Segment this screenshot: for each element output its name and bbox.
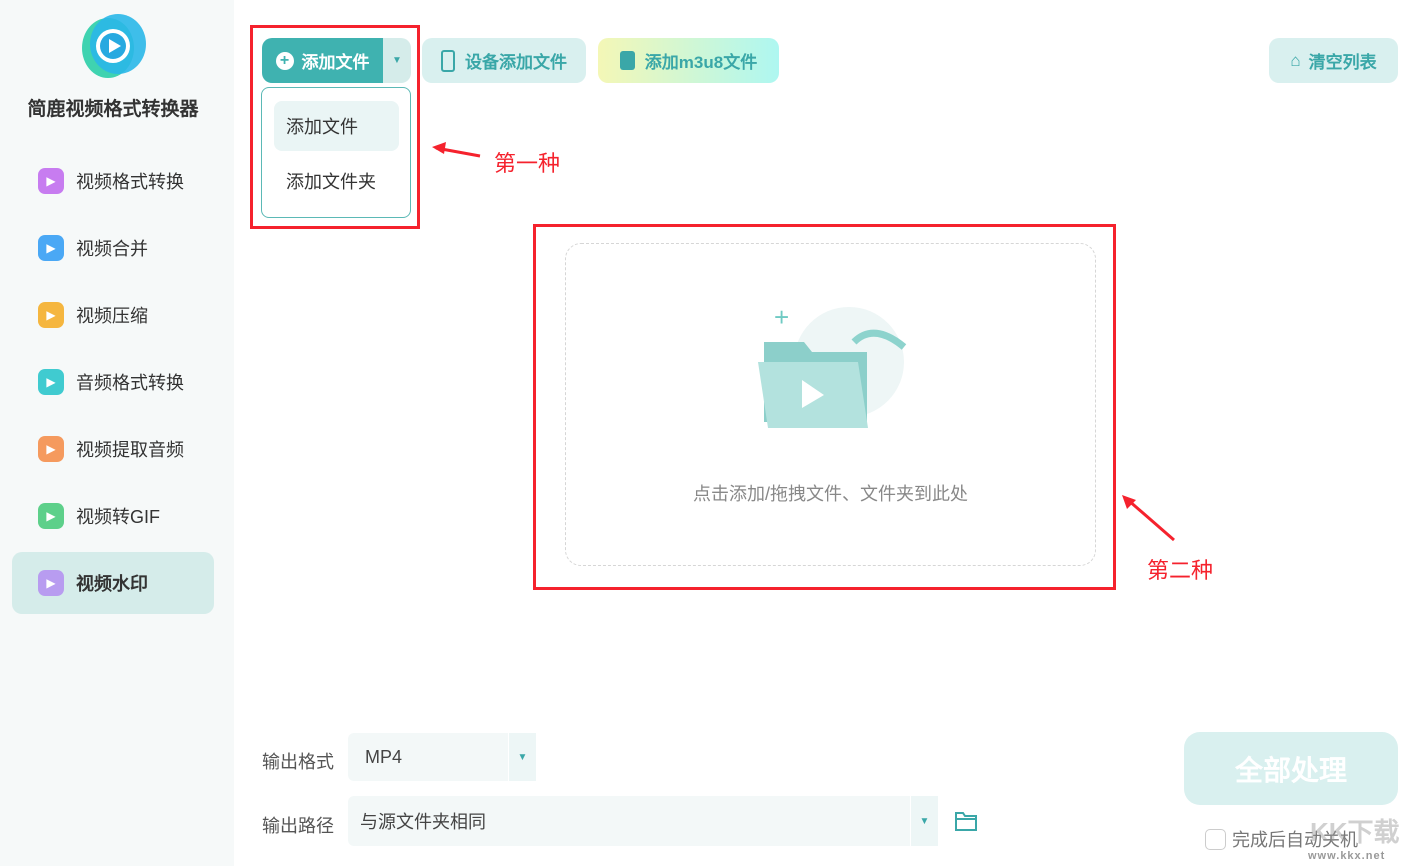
process-all-label: 全部处理 (1234, 754, 1347, 786)
compress-icon: ▶ (38, 302, 64, 328)
app-logo (82, 14, 146, 78)
annotation-second: 第二种 (1147, 558, 1214, 583)
caret-down-icon: ▼ (508, 733, 536, 781)
music-icon: ▶ (38, 369, 64, 395)
output-path-select[interactable]: 与源文件夹相同 ▼ (348, 796, 938, 846)
broom-icon: ⌂ (1290, 50, 1301, 70)
merge-icon: ▶ (38, 235, 64, 261)
sidebar-item-label: 视频格式转换 (76, 172, 184, 192)
arrow-annotation-second (1122, 495, 1175, 542)
sidebar-item-merge[interactable]: ▶ 视频合并 (12, 217, 214, 279)
sidebar-item-convert[interactable]: ▶ 视频格式转换 (12, 150, 214, 212)
add-m3u8-button[interactable]: 添加m3u8文件 (598, 38, 779, 83)
sidebar-item-label: 音频格式转换 (76, 373, 184, 393)
clear-list-button[interactable]: ⌂ 清空列表 (1269, 38, 1398, 83)
arrow-annotation-first (432, 142, 481, 158)
highlight-box-first (250, 25, 420, 229)
convert-icon: ▶ (38, 168, 64, 194)
watermark-url: www.kkx.net (1308, 850, 1386, 862)
drop-zone-hint: 点击添加/拖拽文件、文件夹到此处 (693, 484, 968, 504)
app-title: 简鹿视频格式转换器 (27, 99, 199, 120)
watermark-text: KK下载 (1310, 817, 1400, 847)
output-format-value: MP4 (365, 746, 403, 767)
svg-text:+: + (774, 302, 789, 332)
device-add-label: 设备添加文件 (465, 53, 567, 72)
folder-add-icon: + (758, 302, 907, 428)
checkbox-box[interactable] (1205, 828, 1226, 850)
sidebar-item-label: 视频压缩 (76, 306, 148, 326)
clear-list-label: 清空列表 (1308, 53, 1377, 72)
sidebar-item-gif[interactable]: ▶ 视频转GIF (12, 485, 214, 547)
sidebar-item-label: 视频提取音频 (76, 440, 184, 460)
sidebar-item-label: 视频水印 (76, 574, 148, 594)
folder-open-icon[interactable] (954, 810, 978, 832)
phone-icon (441, 49, 455, 72)
process-all-button[interactable]: 全部处理 (1184, 732, 1398, 805)
caret-down-icon: ▼ (910, 796, 938, 846)
sidebar-item-compress[interactable]: ▶ 视频压缩 (12, 284, 214, 346)
m3u8-file-icon (619, 51, 635, 70)
sidebar-item-label: 视频转GIF (76, 507, 160, 527)
output-path-label: 输出路径 (262, 816, 334, 836)
output-format-select[interactable]: MP4 ▼ (348, 733, 536, 781)
sidebar-item-label: 视频合并 (76, 239, 148, 259)
sidebar-item-watermark[interactable]: ▶ 视频水印 (12, 552, 214, 614)
device-add-button[interactable]: 设备添加文件 (422, 38, 586, 83)
annotation-first: 第一种 (494, 151, 561, 176)
sidebar: 简鹿视频格式转换器 ▶ 视频格式转换 ▶ 视频合并 ▶ 视频压缩 ▶ 音频格式转换 ▶ 视频提取音… (0, 0, 234, 866)
output-format-label: 输出格式 (262, 752, 334, 772)
sidebar-item-extract-audio[interactable]: ▶ 视频提取音频 (12, 418, 214, 480)
watermark-icon: ▶ (38, 570, 64, 596)
add-m3u8-label: 添加m3u8文件 (644, 53, 758, 72)
extract-audio-icon: ▶ (38, 436, 64, 462)
gif-icon: ▶ (38, 503, 64, 529)
drop-zone[interactable]: + 点击添加/拖拽文件、文件夹到此处 (565, 243, 1096, 566)
output-path-value: 与源文件夹相同 (360, 812, 486, 832)
watermark-logo: KK下载 (1310, 812, 1400, 849)
sidebar-item-music[interactable]: ▶ 音频格式转换 (12, 351, 214, 413)
